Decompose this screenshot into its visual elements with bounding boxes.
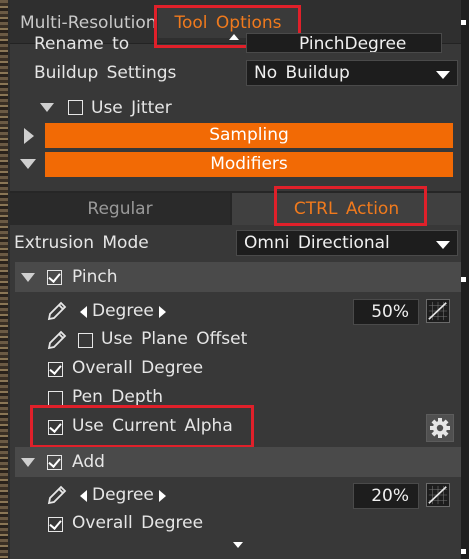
extrusion-mode-label: Extrusion Mode <box>14 233 149 253</box>
pinch-degree-value[interactable]: 50% <box>353 299 419 325</box>
rename-label: Rename to <box>34 34 130 54</box>
add-label: Add <box>72 452 105 472</box>
modifiers-button[interactable]: Modifiers <box>45 152 453 177</box>
resize-handle[interactable] <box>461 277 466 282</box>
curve-icon[interactable] <box>426 299 450 323</box>
buildup-settings-value: No Buildup <box>254 63 350 83</box>
resize-handle[interactable] <box>461 549 466 554</box>
scroll-down-caret-icon[interactable] <box>233 542 243 548</box>
use-jitter-label: Use Jitter <box>91 98 172 118</box>
chevron-right-icon[interactable] <box>24 128 34 144</box>
curve-icon[interactable] <box>426 483 450 507</box>
action-tab-bar: Regular CTRL Action <box>10 191 461 225</box>
use-jitter-checkbox[interactable] <box>68 100 83 115</box>
pinch-label: Pinch <box>72 267 118 287</box>
pinch-overall-degree-checkbox[interactable] <box>48 362 63 377</box>
decrement-arrow-icon[interactable] <box>80 306 87 318</box>
pinch-degree-row: Degree 50% <box>10 298 461 326</box>
use-plane-offset-row: Use Plane Offset <box>10 327 461 355</box>
rename-field[interactable]: PinchDegree <box>246 33 442 53</box>
viewport-texture <box>0 0 8 559</box>
gear-button[interactable] <box>426 414 454 442</box>
tab-ctrl-action[interactable]: CTRL Action <box>232 193 461 225</box>
rename-value: PinchDegree <box>299 34 407 53</box>
pen-icon[interactable] <box>46 300 68 322</box>
add-overall-degree-checkbox[interactable] <box>48 517 63 532</box>
use-current-alpha-label: Use Current Alpha <box>72 416 233 436</box>
decrement-arrow-icon[interactable] <box>80 490 87 502</box>
chevron-down-icon <box>436 241 450 249</box>
gear-icon <box>430 418 450 438</box>
tab-regular[interactable]: Regular <box>10 193 230 225</box>
extrusion-mode-row: Extrusion Mode Omni Directional <box>10 229 461 257</box>
extrusion-mode-value: Omni Directional <box>244 233 390 253</box>
chevron-down-icon <box>436 71 450 79</box>
pinch-degree-label: Degree <box>92 301 154 321</box>
pen-icon[interactable] <box>46 329 68 351</box>
chevron-down-icon[interactable] <box>40 103 54 112</box>
chevron-down-icon[interactable] <box>21 458 35 467</box>
rename-row: Rename to PinchDegree <box>10 33 461 61</box>
add-section-header[interactable]: Add <box>15 447 461 477</box>
chevron-down-icon[interactable] <box>20 159 36 169</box>
buildup-settings-row: Buildup Settings No Buildup <box>10 59 461 87</box>
resize-handle[interactable] <box>461 20 466 25</box>
use-jitter-row: Use Jitter <box>10 94 461 122</box>
pen-depth-checkbox[interactable] <box>48 391 63 406</box>
use-current-alpha-row: Use Current Alpha <box>10 413 461 442</box>
pinch-section-header[interactable]: Pinch <box>15 262 461 292</box>
pen-depth-row: Pen Depth <box>10 385 461 413</box>
pinch-overall-degree-row: Overall Degree <box>10 356 461 384</box>
add-overall-degree-row: Overall Degree <box>10 511 461 539</box>
tool-options-panel: Multi-Resolution Tool Options Rename to … <box>10 0 461 559</box>
buildup-settings-dropdown[interactable]: No Buildup <box>246 60 458 86</box>
extrusion-mode-dropdown[interactable]: Omni Directional <box>236 230 458 256</box>
add-degree-label: Degree <box>92 485 154 505</box>
sampling-button[interactable]: Sampling <box>45 123 453 148</box>
use-plane-offset-label: Use Plane Offset <box>101 329 248 349</box>
add-checkbox[interactable] <box>47 455 62 470</box>
chevron-down-icon[interactable] <box>21 273 35 282</box>
pinch-overall-degree-label: Overall Degree <box>72 358 204 378</box>
use-current-alpha-checkbox[interactable] <box>48 420 63 435</box>
increment-arrow-icon[interactable] <box>159 490 166 502</box>
pen-depth-label: Pen Depth <box>72 387 164 407</box>
add-degree-value[interactable]: 20% <box>353 483 419 509</box>
pen-icon[interactable] <box>46 484 68 506</box>
add-degree-row: Degree 20% <box>10 482 461 510</box>
use-plane-offset-checkbox[interactable] <box>78 333 93 348</box>
increment-arrow-icon[interactable] <box>159 306 166 318</box>
buildup-settings-label: Buildup Settings <box>34 63 177 83</box>
add-overall-degree-label: Overall Degree <box>72 513 204 533</box>
pinch-checkbox[interactable] <box>47 270 62 285</box>
